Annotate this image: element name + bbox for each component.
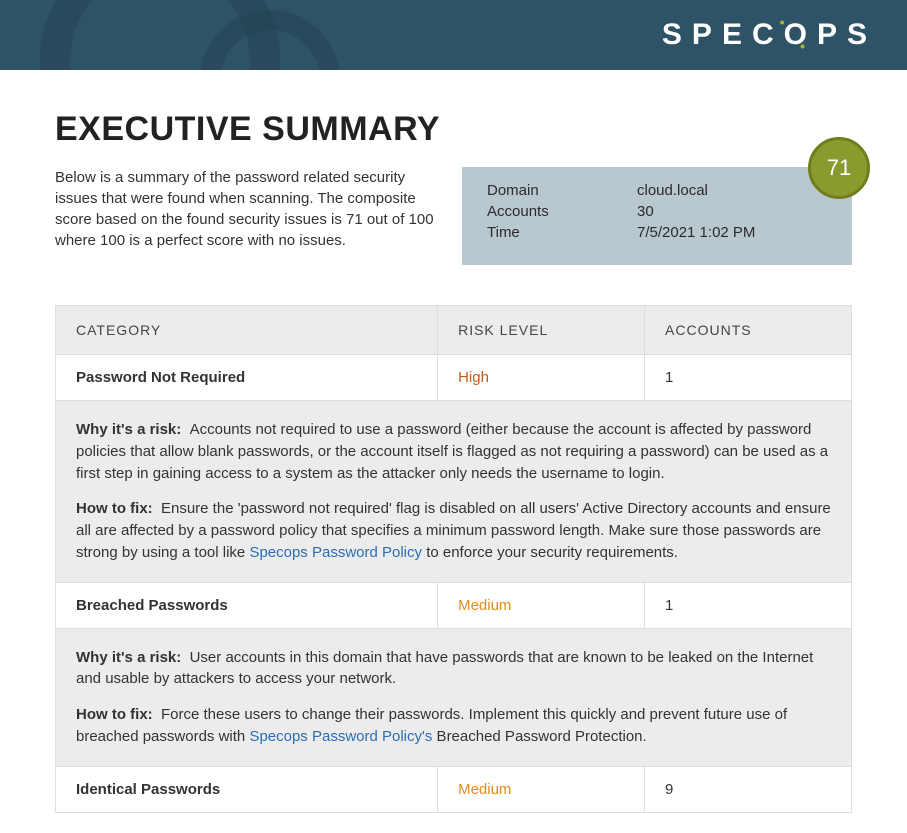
accounts-cell: 1 — [645, 355, 852, 401]
info-label-accounts: Accounts — [487, 203, 637, 220]
why-paragraph: Why it's a risk: User accounts in this d… — [76, 647, 831, 691]
info-row-domain: Domain cloud.local — [487, 182, 827, 199]
table-row: Password Not RequiredHigh1 — [56, 355, 852, 401]
risk-table: CATEGORY RISK LEVEL ACCOUNTS Password No… — [55, 305, 852, 813]
brand-logo: SPECOPS — [662, 18, 877, 52]
content-area: EXECUTIVE SUMMARY Below is a summary of … — [0, 70, 907, 833]
detail-cell: Why it's a risk: Accounts not required t… — [56, 401, 852, 583]
detail-cell: Why it's a risk: User accounts in this d… — [56, 628, 852, 766]
why-label: Why it's a risk: — [76, 421, 181, 438]
why-paragraph: Why it's a risk: Accounts not required t… — [76, 419, 831, 484]
fix-label: How to fix: — [76, 706, 153, 723]
th-risk: RISK LEVEL — [438, 306, 645, 355]
table-header-row: CATEGORY RISK LEVEL ACCOUNTS — [56, 306, 852, 355]
info-label-domain: Domain — [487, 182, 637, 199]
fix-paragraph: How to fix: Force these users to change … — [76, 704, 831, 748]
info-box: 71 Domain cloud.local Accounts 30 Time 7… — [462, 167, 852, 265]
info-value-accounts: 30 — [637, 203, 654, 220]
page-title: EXECUTIVE SUMMARY — [55, 110, 852, 149]
category-cell: Identical Passwords — [56, 766, 438, 812]
why-label: Why it's a risk: — [76, 649, 181, 666]
info-row-time: Time 7/5/2021 1:02 PM — [487, 224, 827, 241]
category-cell: Breached Passwords — [56, 582, 438, 628]
fix-label: How to fix: — [76, 500, 153, 517]
fix-paragraph: How to fix: Ensure the 'password not req… — [76, 498, 831, 563]
info-label-time: Time — [487, 224, 637, 241]
table-row: Breached PasswordsMedium1 — [56, 582, 852, 628]
accounts-cell: 1 — [645, 582, 852, 628]
table-detail-row: Why it's a risk: Accounts not required t… — [56, 401, 852, 583]
summary-top-row: Below is a summary of the password relat… — [55, 167, 852, 265]
risk-cell: Medium — [438, 582, 645, 628]
info-value-time: 7/5/2021 1:02 PM — [637, 224, 755, 241]
th-accounts: ACCOUNTS — [645, 306, 852, 355]
table-row: Identical PasswordsMedium9 — [56, 766, 852, 812]
fix-link[interactable]: Specops Password Policy — [249, 544, 422, 561]
risk-cell: High — [438, 355, 645, 401]
category-cell: Password Not Required — [56, 355, 438, 401]
risk-cell: Medium — [438, 766, 645, 812]
table-detail-row: Why it's a risk: User accounts in this d… — [56, 628, 852, 766]
fix-link[interactable]: Specops Password Policy's — [249, 728, 432, 745]
accounts-cell: 9 — [645, 766, 852, 812]
info-row-accounts: Accounts 30 — [487, 203, 827, 220]
score-badge: 71 — [808, 137, 870, 199]
intro-text: Below is a summary of the password relat… — [55, 167, 452, 265]
info-value-domain: cloud.local — [637, 182, 708, 199]
header-banner: SPECOPS — [0, 0, 907, 70]
th-category: CATEGORY — [56, 306, 438, 355]
